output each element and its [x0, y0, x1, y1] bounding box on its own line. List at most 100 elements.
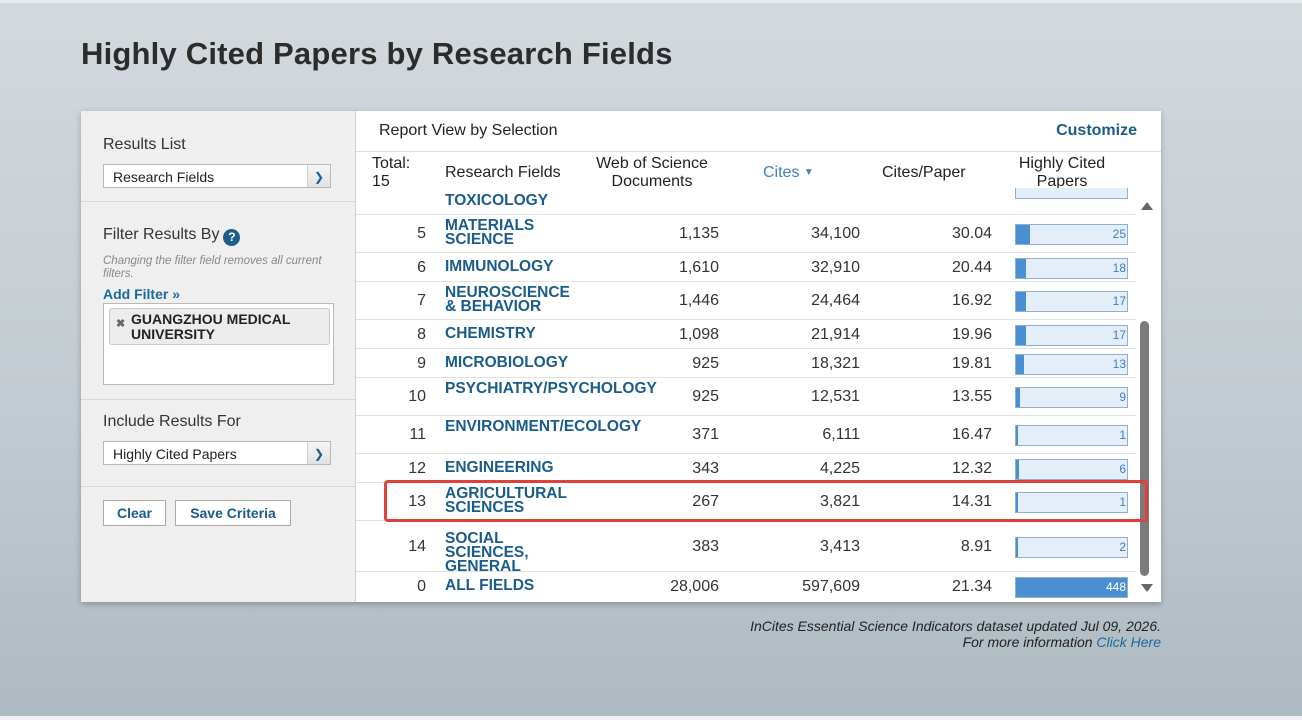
field-link[interactable]: NEUROSCIENCE & BEHAVIOR: [445, 285, 585, 315]
hcp-bar[interactable]: 2: [1015, 537, 1128, 558]
field-link[interactable]: ALL FIELDS: [445, 578, 585, 594]
hcp-value: 17: [1112, 294, 1126, 308]
hcp-bar-fill: [1016, 388, 1020, 407]
hcp-value: 2: [1119, 540, 1126, 554]
cites-header-label: Cites: [763, 164, 800, 181]
table-row: 11 ENVIRONMENT/ECOLOGY 371 6,111 16.47 1: [356, 416, 1136, 454]
cites-cell: 4,225: [819, 460, 860, 477]
report-panel: Results List Research Fields ❯ Filter Re…: [81, 111, 1161, 602]
cites-cell: 18,321: [811, 355, 860, 372]
table-row: 12 ENGINEERING 343 4,225 12.32 6: [356, 454, 1136, 483]
scroll-up-icon[interactable]: [1141, 202, 1153, 210]
wos-documents-cell[interactable]: 371: [692, 426, 719, 444]
filter-chip[interactable]: ✖ GUANGZHOU MEDICAL UNIVERSITY: [109, 308, 330, 345]
hcp-bar: [1015, 188, 1128, 199]
cites-cell: 12,531: [811, 388, 860, 405]
table-row: 14 SOCIAL SCIENCES, GENERAL 383 3,413 8.91 2: [356, 521, 1136, 575]
include-select[interactable]: Highly Cited Papers ❯: [103, 441, 331, 465]
clear-button[interactable]: Clear: [103, 500, 166, 526]
scroll-down-icon[interactable]: [1141, 584, 1153, 592]
hcp-bar-fill: [1016, 460, 1019, 479]
close-icon[interactable]: ✖: [116, 317, 125, 330]
cites-cell: 6,111: [822, 426, 860, 443]
field-link[interactable]: CHEMISTRY: [445, 326, 585, 342]
hcp-value: 6: [1119, 462, 1126, 476]
rank-cell: 6: [417, 259, 426, 276]
customize-link[interactable]: Customize: [1056, 122, 1137, 140]
click-here-link[interactable]: Click Here: [1096, 634, 1161, 650]
chevron-down-icon[interactable]: ❯: [307, 165, 330, 187]
bottom-border: [0, 716, 1302, 720]
rank-cell: 11: [409, 426, 426, 443]
field-link[interactable]: MATERIALS SCIENCE: [445, 218, 585, 248]
hcp-bar[interactable]: 25: [1015, 224, 1128, 245]
help-icon[interactable]: ?: [223, 229, 241, 246]
rank-cell: 5: [417, 225, 426, 242]
wos-documents-cell[interactable]: 1,135: [679, 225, 719, 243]
wos-documents-cell[interactable]: 1,098: [679, 326, 719, 344]
save-criteria-button[interactable]: Save Criteria: [175, 500, 291, 526]
hcp-value: 25: [1112, 227, 1126, 241]
field-link[interactable]: ENVIRONMENT/ECOLOGY: [445, 419, 641, 435]
include-section: Include Results For Highly Cited Papers …: [81, 400, 355, 487]
rank-cell: 7: [417, 292, 426, 309]
wos-documents-cell[interactable]: 1,610: [679, 259, 719, 277]
cites-cell: 34,100: [811, 225, 860, 242]
results-list-label: Results List: [103, 136, 186, 153]
add-filter-link[interactable]: Add Filter »: [103, 286, 180, 302]
research-fields-header[interactable]: Research Fields: [445, 164, 561, 182]
cites-per-paper-cell: 30.04: [951, 225, 992, 242]
field-link[interactable]: PSYCHIATRY/PSYCHOLOGY: [445, 381, 657, 397]
scroll-thumb[interactable]: [1140, 321, 1149, 576]
cites-per-paper-cell: 19.81: [951, 355, 992, 372]
hcp-value: 1: [1119, 428, 1126, 442]
footer-more-info: For more information Click Here: [963, 634, 1161, 650]
rank-cell: 8: [417, 326, 426, 343]
table-row: 7 NEUROSCIENCE & BEHAVIOR 1,446 24,464 16.92…: [356, 282, 1136, 320]
field-link[interactable]: TOXICOLOGY: [445, 193, 585, 209]
scrollbar[interactable]: [1137, 199, 1156, 599]
table-row: 6 IMMUNOLOGY 1,610 32,910 20.44 18: [356, 253, 1136, 282]
hcp-bar[interactable]: 6: [1015, 459, 1128, 480]
hcp-bar-fill: [1016, 259, 1026, 278]
filter-note: Changing the filter field removes all cu…: [103, 255, 322, 280]
cites-cell: 24,464: [811, 292, 860, 309]
report-view-title: Report View by Selection: [379, 122, 558, 139]
wos-documents-cell[interactable]: 1,446: [679, 292, 719, 310]
field-link[interactable]: SOCIAL SCIENCES, GENERAL: [445, 531, 585, 575]
filter-box[interactable]: ✖ GUANGZHOU MEDICAL UNIVERSITY: [103, 303, 334, 385]
cites-header[interactable]: Cites ▼: [763, 164, 814, 182]
table-row: 5 MATERIALS SCIENCE 1,135 34,100 30.04 25: [356, 215, 1136, 253]
hcp-bar[interactable]: 1: [1015, 425, 1128, 446]
cites-per-paper-header[interactable]: Cites/Paper: [882, 164, 966, 182]
field-link[interactable]: IMMUNOLOGY: [445, 259, 585, 275]
rank-cell: 14: [408, 538, 426, 555]
table-row: 8 CHEMISTRY 1,098 21,914 19.96 17: [356, 320, 1136, 349]
wos-documents-header[interactable]: Web of Science Documents: [590, 155, 714, 191]
hcp-bar[interactable]: 17: [1015, 291, 1128, 312]
cites-per-paper-cell: 8.91: [960, 538, 992, 555]
hcp-bar-fill: [1016, 426, 1018, 445]
highly-cited-papers-header[interactable]: Highly Cited Papers: [1012, 155, 1112, 191]
results-list-select[interactable]: Research Fields ❯: [103, 164, 331, 188]
chevron-down-icon[interactable]: ❯: [307, 442, 330, 464]
field-link[interactable]: ENGINEERING: [445, 460, 585, 476]
cites-per-paper-cell: 16.92: [951, 292, 992, 309]
hcp-bar[interactable]: 17: [1015, 325, 1128, 346]
wos-documents-cell[interactable]: 925: [692, 388, 719, 406]
hcp-bar[interactable]: 13: [1015, 354, 1128, 375]
wos-documents-cell[interactable]: 28,006: [670, 578, 719, 596]
cites-cell: 597,609: [802, 578, 860, 595]
total-header: Total: 15: [372, 155, 411, 190]
cites-cell: 32,910: [811, 259, 860, 276]
hcp-value: 17: [1112, 328, 1126, 342]
hcp-bar[interactable]: 18: [1015, 258, 1128, 279]
field-link[interactable]: MICROBIOLOGY: [445, 355, 585, 371]
hcp-value: 18: [1112, 261, 1126, 275]
wos-documents-cell[interactable]: 925: [692, 355, 719, 373]
table-row: 0 ALL FIELDS 28,006 597,609 21.34 448: [356, 572, 1136, 602]
hcp-bar[interactable]: 9: [1015, 387, 1128, 408]
wos-documents-cell[interactable]: 383: [692, 538, 719, 556]
wos-documents-cell[interactable]: 343: [692, 460, 719, 478]
hcp-bar[interactable]: 448: [1015, 577, 1128, 598]
